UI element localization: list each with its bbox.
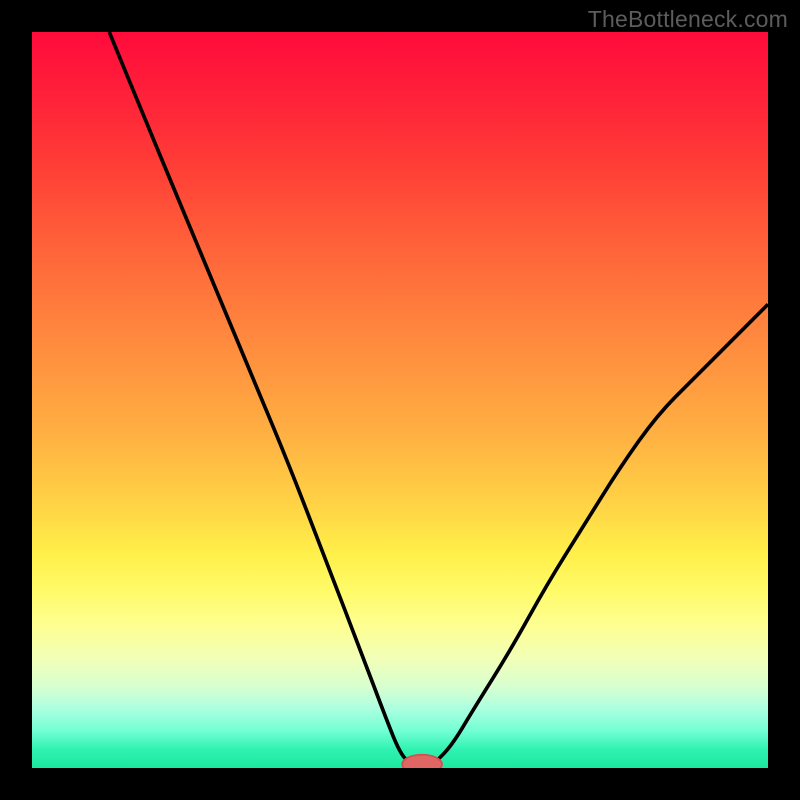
- watermark-text: TheBottleneck.com: [588, 6, 788, 33]
- plot-area: [32, 32, 768, 768]
- curve-svg: [32, 32, 768, 768]
- marker-pill: [402, 755, 442, 768]
- curve-left: [109, 32, 411, 764]
- curve-right: [433, 304, 768, 764]
- chart-frame: TheBottleneck.com: [0, 0, 800, 800]
